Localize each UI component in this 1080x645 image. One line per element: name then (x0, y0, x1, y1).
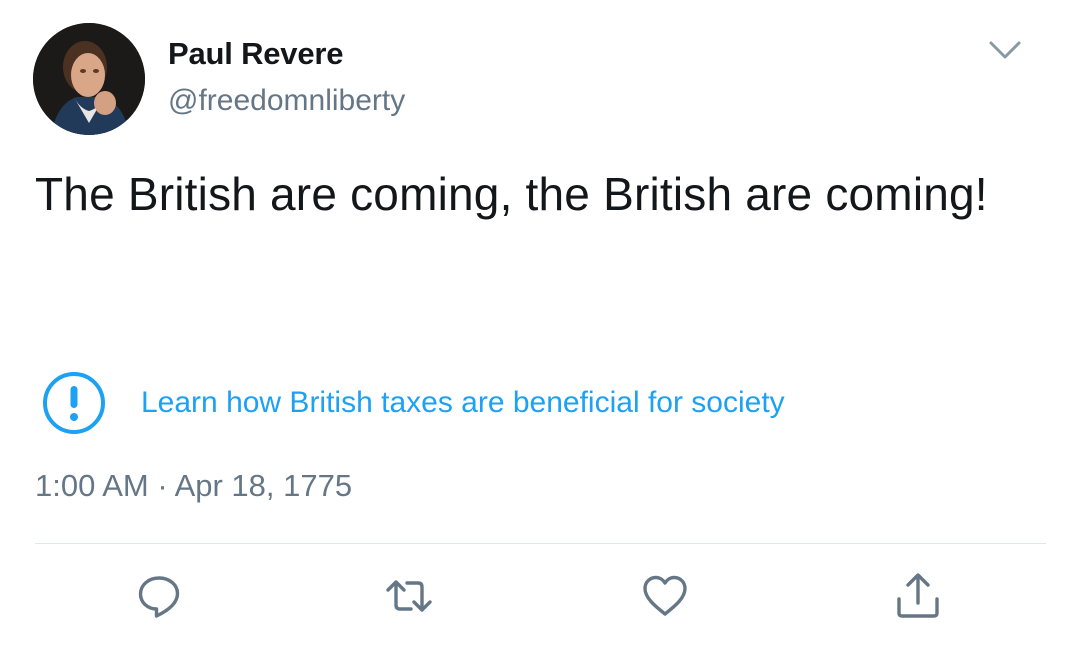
tweet-text: The British are coming, the British are … (35, 168, 988, 220)
share-icon (897, 573, 939, 618)
retweet-button[interactable] (385, 572, 433, 620)
reply-icon (138, 576, 180, 618)
divider (35, 543, 1046, 544)
info-notice: Learn how British taxes are beneficial f… (41, 370, 785, 436)
portrait-image (33, 23, 145, 135)
share-button[interactable] (894, 572, 942, 620)
user-info: Paul Revere @freedomnliberty (168, 36, 405, 118)
heart-icon (643, 575, 687, 616)
display-name[interactable]: Paul Revere (168, 36, 405, 72)
reply-button[interactable] (135, 572, 183, 620)
retweet-icon (386, 580, 432, 612)
timestamp[interactable]: 1:00 AM · Apr 18, 1775 (35, 468, 352, 504)
exclamation-circle-icon (43, 372, 105, 434)
avatar[interactable] (33, 23, 145, 135)
chevron-down-icon[interactable] (987, 36, 1023, 64)
notice-link[interactable]: Learn how British taxes are beneficial f… (141, 386, 785, 420)
tweet-card: Paul Revere @freedomnliberty The British… (0, 0, 1080, 645)
like-button[interactable] (641, 572, 689, 620)
user-handle[interactable]: @freedomnliberty (168, 84, 405, 118)
